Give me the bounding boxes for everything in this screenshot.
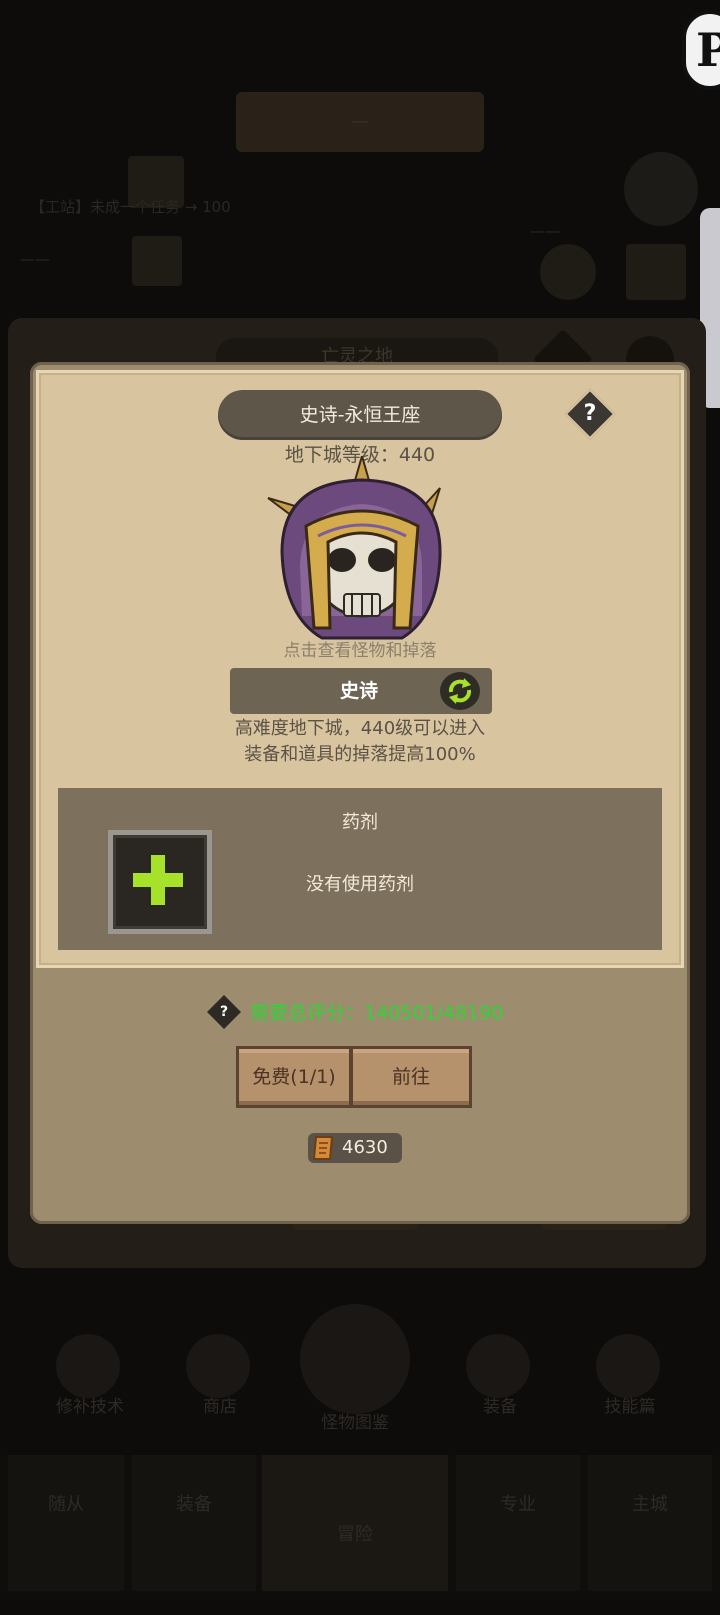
bg-nav-icon-1 xyxy=(56,1334,120,1398)
bg-nav-icon-3 xyxy=(300,1304,410,1414)
bg-top-banner: — xyxy=(236,92,484,152)
dialog-title: 史诗-永恒王座 xyxy=(218,390,502,440)
score-help-icon[interactable]: ? xyxy=(207,995,241,1029)
boss-hint[interactable]: 点击查看怪物和掉落 xyxy=(240,636,480,661)
potion-empty-text: 没有使用药剂 xyxy=(306,874,414,895)
required-score: 需要总评分：140501/48190 xyxy=(250,1002,504,1024)
free-entry-button[interactable]: 免费(1/1) xyxy=(236,1046,352,1108)
go-button[interactable]: 前往 xyxy=(350,1046,472,1108)
potion-slot-button[interactable] xyxy=(108,830,212,934)
bg-tab-4: 专业 xyxy=(456,1455,580,1591)
bg-task-line: 【工站】未成一个任务 → 100 xyxy=(30,198,231,216)
description-line-1: 高难度地下城，440级可以进入 xyxy=(234,718,486,739)
bg-hero-icon xyxy=(540,244,596,300)
boss-portrait[interactable] xyxy=(262,452,462,652)
refresh-icon[interactable] xyxy=(440,672,480,710)
bg-nav-icon-5 xyxy=(596,1334,660,1398)
bg-nav-label-4: 装备 xyxy=(483,1397,517,1417)
scroll-ticket-icon xyxy=(312,1136,334,1160)
bg-tab-5: 主城 xyxy=(588,1455,712,1591)
bg-nav-label-3: 怪物图鉴 xyxy=(321,1413,389,1433)
cost-value: 4630 xyxy=(342,1137,388,1158)
cost-display: 4630 xyxy=(308,1133,402,1163)
bg-nav-icon-4 xyxy=(466,1334,530,1398)
bg-nav-icon-2 xyxy=(186,1334,250,1398)
settings-icon[interactable] xyxy=(624,152,698,226)
bg-nav-label-5: 技能篇 xyxy=(604,1397,656,1417)
bg-line-2: —— xyxy=(20,250,50,268)
bg-nav-label-1: 修补技术 xyxy=(56,1397,124,1417)
bg-tab-2: 装备 xyxy=(132,1455,256,1591)
bg-tab-center: 冒险 xyxy=(262,1455,448,1591)
overlay-app-logo-icon[interactable]: P xyxy=(682,10,720,90)
bg-chest-icon xyxy=(626,244,686,300)
bg-item-icon xyxy=(132,236,182,286)
bg-tab-1: 随从 xyxy=(8,1455,124,1591)
bg-right-line: —— xyxy=(530,222,560,240)
bg-nav-label-2: 商店 xyxy=(203,1397,237,1417)
description-line-2: 装备和道具的掉落提高100% xyxy=(244,744,476,765)
